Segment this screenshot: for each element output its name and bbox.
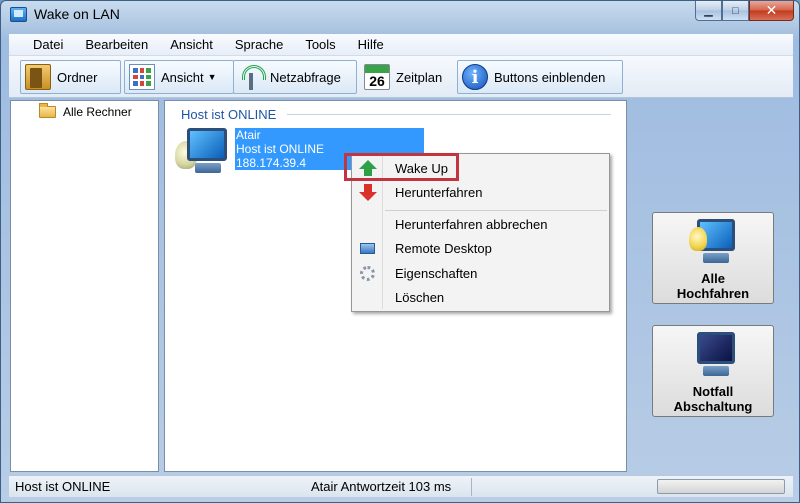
menu-tools[interactable]: Tools (294, 37, 346, 52)
ansicht-button[interactable]: Ansicht ▼ (124, 60, 234, 94)
button-label: Notfall Abschaltung (673, 384, 753, 414)
menu-sprache[interactable]: Sprache (224, 37, 294, 52)
title-bar[interactable]: Wake on LAN ▁ □ ✕ (1, 1, 799, 29)
menu-bearbeiten[interactable]: Bearbeiten (74, 37, 159, 52)
remote-desktop-icon (359, 240, 376, 257)
menu-item-remote-desktop[interactable]: Remote Desktop (352, 237, 609, 259)
window-title: Wake on LAN (34, 6, 120, 22)
computer-off-icon (691, 332, 737, 378)
calendar-day: 26 (369, 73, 385, 89)
gear-icon (359, 265, 376, 282)
ordner-button[interactable]: Ordner (20, 60, 121, 94)
alle-hochfahren-button[interactable]: Alle Hochfahren (652, 212, 774, 304)
netzabfrage-button[interactable]: Netzabfrage (233, 60, 357, 94)
menu-ansicht[interactable]: Ansicht (159, 37, 224, 52)
menu-item-label: Löschen (395, 289, 445, 305)
close-button[interactable]: ✕ (749, 1, 794, 21)
buttons-einblenden-label: Buttons einblenden (494, 69, 606, 85)
menu-separator (385, 210, 607, 211)
button-label: Alle Hochfahren (676, 271, 750, 301)
highlight-annotation (344, 153, 459, 181)
minimize-button[interactable]: ▁ (695, 1, 722, 21)
dropdown-arrow-icon: ▼ (207, 72, 217, 82)
buttons-einblenden-button[interactable]: i Buttons einblenden (457, 60, 623, 94)
menu-datei[interactable]: Datei (9, 37, 74, 52)
calendar-icon: 26 (364, 64, 390, 90)
menu-item-label: Herunterfahren abbrechen (395, 216, 548, 232)
close-icon: ✕ (765, 2, 778, 18)
status-divider (471, 478, 472, 496)
netzabfrage-label: Netzabfrage (270, 69, 341, 85)
zeitplan-button[interactable]: 26 Zeitplan (359, 60, 454, 94)
tree-item-alle-rechner[interactable]: Alle Rechner (39, 103, 132, 119)
menu-item-loeschen[interactable]: Löschen (352, 286, 609, 308)
minimize-icon: ▁ (704, 5, 713, 17)
status-bar: Host ist ONLINE Atair Antwortzeit 103 ms (9, 475, 793, 497)
antenna-icon (238, 64, 266, 90)
menu-item-label: Eigenschaften (395, 265, 478, 281)
zeitplan-label: Zeitplan (396, 69, 443, 85)
computer-tree[interactable]: Alle Rechner (10, 100, 159, 472)
tree-item-label: Alle Rechner (63, 105, 132, 119)
group-divider (287, 114, 611, 115)
menu-item-label: Remote Desktop (395, 240, 492, 256)
status-text: Host ist ONLINE (15, 479, 111, 494)
arrow-down-icon (359, 184, 377, 201)
toolbar: Ordner Ansicht ▼ Netzabfrage 26 Zeitplan… (9, 56, 793, 98)
menu-item-herunterfahren-abbrechen[interactable]: Herunterfahren abbrechen (352, 213, 609, 235)
menu-item-label: Herunterfahren (395, 184, 483, 200)
menu-bar: Datei Bearbeiten Ansicht Sprache Tools H… (9, 34, 793, 56)
response-time-text: Atair Antwortzeit 103 ms (311, 479, 452, 494)
maximize-icon: □ (732, 4, 739, 17)
ansicht-label: Ansicht (161, 69, 204, 85)
folder-icon (39, 103, 56, 118)
app-window: Wake on LAN ▁ □ ✕ Datei Bearbeiten Ansic… (0, 0, 800, 503)
info-icon: i (462, 64, 488, 90)
menu-hilfe[interactable]: Hilfe (347, 37, 395, 52)
app-icon (10, 7, 27, 22)
progress-bar (657, 479, 785, 494)
window-controls: ▁ □ ✕ (695, 1, 794, 21)
maximize-button[interactable]: □ (722, 1, 749, 21)
folder-icon (25, 64, 51, 90)
menu-item-herunterfahren[interactable]: Herunterfahren (352, 181, 609, 203)
host-name: Atair (236, 128, 261, 142)
notfall-abschaltung-button[interactable]: Notfall Abschaltung (652, 325, 774, 417)
computer-online-icon (175, 127, 233, 183)
ordner-label: Ordner (57, 69, 98, 85)
group-header: Host ist ONLINE (181, 107, 277, 122)
view-grid-icon (129, 64, 155, 90)
computer-bulb-icon (689, 219, 737, 265)
menu-item-eigenschaften[interactable]: Eigenschaften (352, 262, 609, 284)
